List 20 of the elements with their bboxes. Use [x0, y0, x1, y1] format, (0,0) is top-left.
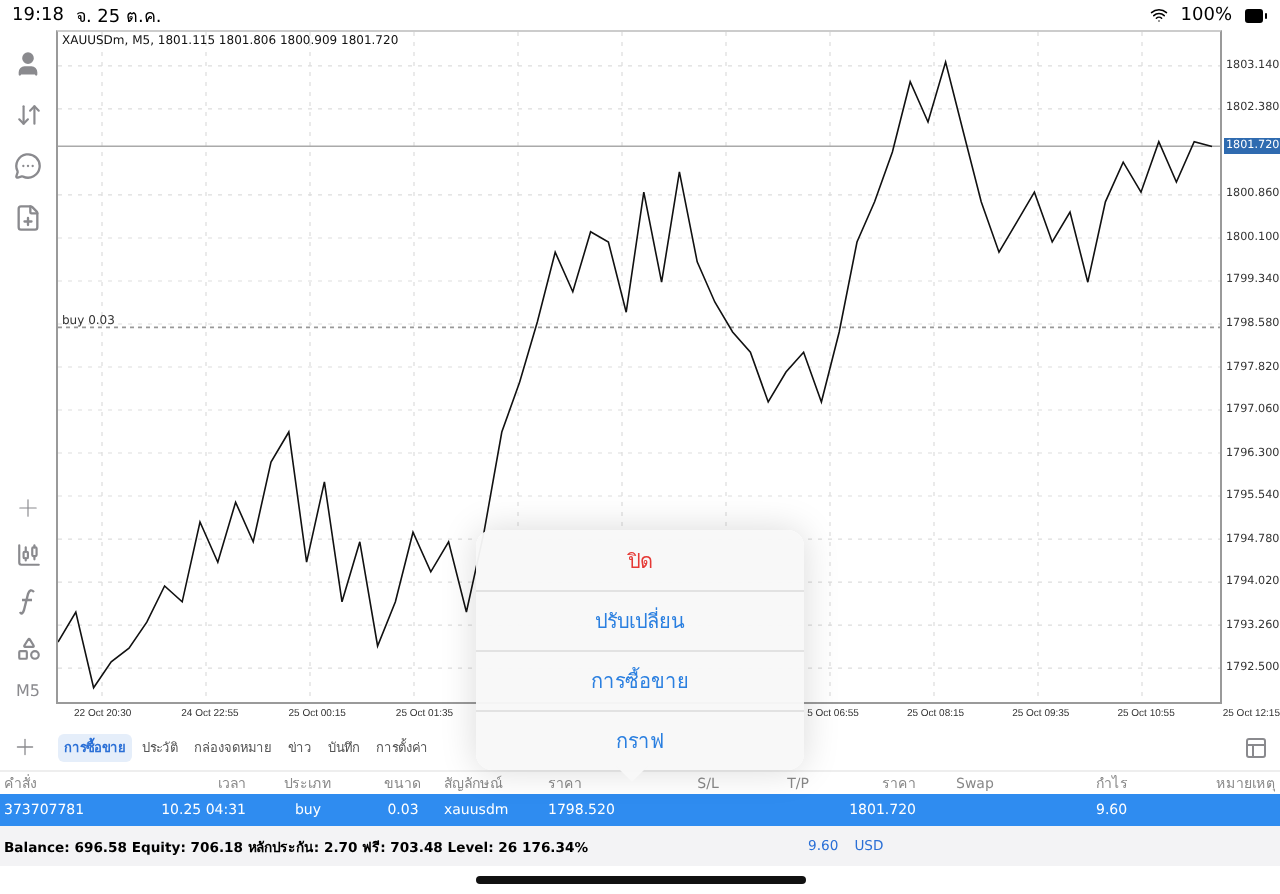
battery-percent: 100%: [1180, 5, 1232, 25]
candlestick-icon[interactable]: [15, 542, 41, 568]
add-document-icon[interactable]: [14, 204, 42, 232]
wifi-icon: [1150, 6, 1169, 24]
menu-item[interactable]: การซื้อขาย: [476, 650, 804, 710]
layout-icon[interactable]: [1244, 735, 1268, 759]
function-icon[interactable]: [18, 588, 38, 616]
status-date: จ. 25 ต.ค.: [75, 5, 162, 29]
menu-item[interactable]: กราฟ: [476, 710, 804, 770]
person-icon[interactable]: [14, 50, 42, 78]
arrows-icon[interactable]: [15, 102, 41, 128]
menu-item[interactable]: ปรับเปลี่ยน: [476, 590, 804, 650]
timeframe-button[interactable]: M5: [16, 682, 40, 700]
chat-icon[interactable]: [14, 152, 42, 180]
battery-icon: [1244, 3, 1268, 27]
shapes-icon[interactable]: [15, 636, 41, 662]
status-time: 19:18: [12, 5, 64, 25]
crosshair-icon[interactable]: [14, 494, 42, 522]
menu-item[interactable]: ปิด: [476, 530, 804, 590]
add-icon[interactable]: [12, 734, 38, 760]
